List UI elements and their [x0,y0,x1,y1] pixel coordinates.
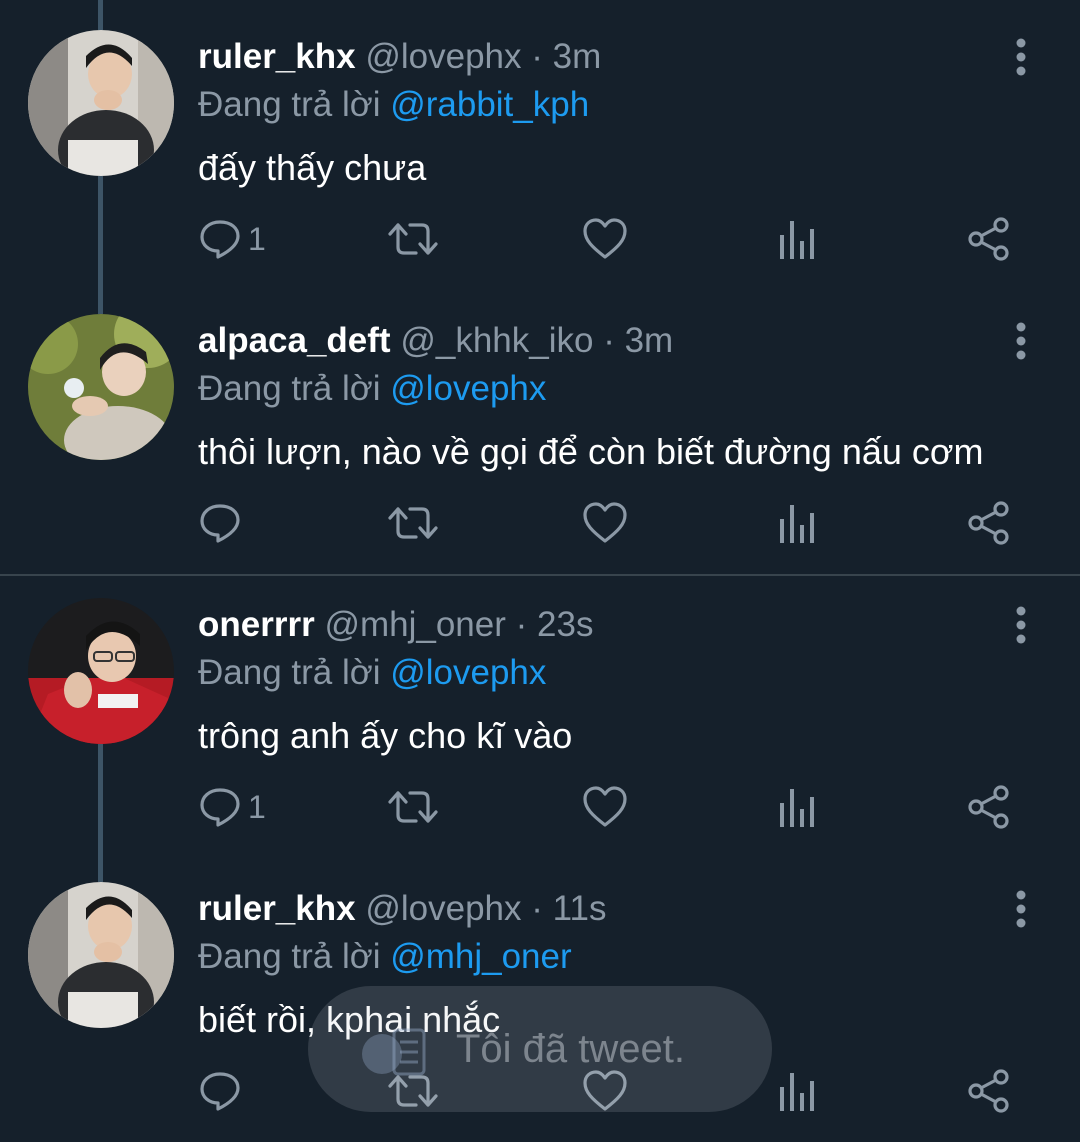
share-icon [968,501,1009,545]
tweet-header: alpaca_deft @_khhk_iko · 3m [198,320,673,362]
tweet[interactable]: ruler_khx @lovephx · 3m Đang trả lời @ra… [0,0,1080,284]
tweet-header: ruler_khx @lovephx · 11s [198,888,606,930]
retweet-button[interactable] [388,772,438,842]
analytics-button[interactable] [778,772,816,842]
share-icon [968,1069,1009,1113]
reply-context: Đang trả lời @mhj_oner [198,936,572,978]
username[interactable]: @mhj_oner [324,605,505,644]
timestamp[interactable]: 11s [553,889,607,928]
reply-count: 1 [248,220,266,257]
timestamp[interactable]: 3m [625,321,674,360]
tweet-actions: 1 [0,772,1080,842]
toast-notification: Tôi đã tweet. [308,986,772,1112]
retweet-icon [388,223,438,255]
more-options-button[interactable] [1004,888,1038,932]
reply-icon [200,504,240,543]
analytics-button[interactable] [778,204,816,274]
share-button[interactable] [966,204,1012,274]
like-icon [583,786,627,827]
avatar[interactable] [28,314,174,460]
tweet[interactable]: alpaca_deft @_khhk_iko · 3m Đang trả lời… [0,284,1080,568]
reply-button[interactable]: 1 [198,204,266,274]
share-button[interactable] [966,1056,1012,1126]
reply-mention[interactable]: @lovephx [390,653,546,692]
separator: · [515,605,528,644]
reply-context: Đang trả lời @lovephx [198,652,546,694]
more-icon [1016,38,1026,76]
share-button[interactable] [966,772,1012,842]
tweet-actions [0,488,1080,558]
display-name[interactable]: alpaca_deft [198,321,391,360]
share-icon [968,785,1009,829]
clipboard-icon [362,1028,426,1076]
reply-prefix: Đang trả lời [198,653,381,692]
analytics-icon [780,505,814,543]
share-icon [968,217,1009,261]
separator: · [531,37,543,76]
username[interactable]: @lovephx [365,37,521,76]
tweet-text: trông anh ấy cho kĩ vào [198,715,573,756]
analytics-icon [780,1073,814,1111]
more-options-button[interactable] [1004,36,1038,80]
more-icon [1016,322,1026,360]
reply-button[interactable] [198,488,248,558]
tweet-text: đấy thấy chưa [198,147,427,188]
display-name[interactable]: ruler_khx [198,889,356,928]
avatar-image [28,882,174,1028]
like-button[interactable] [582,204,628,274]
username[interactable]: @lovephx [365,889,521,928]
more-options-button[interactable] [1004,320,1038,364]
reply-button[interactable] [198,1056,248,1126]
retweet-icon [388,507,438,539]
tweet-header: ruler_khx @lovephx · 3m [198,36,601,78]
separator: · [603,321,615,360]
analytics-button[interactable] [778,1056,816,1126]
more-icon [1016,890,1026,928]
retweet-button[interactable] [388,204,438,274]
reply-icon [200,220,240,259]
avatar[interactable] [28,30,174,176]
timestamp[interactable]: 23s [537,605,593,644]
display-name[interactable]: ruler_khx [198,37,356,76]
tweet-header: onerrrr @mhj_oner · 23s [198,604,593,646]
more-options-button[interactable] [1004,604,1038,648]
reply-prefix: Đang trả lời [198,369,381,408]
reply-prefix: Đang trả lời [198,85,381,124]
separator: · [531,889,543,928]
retweet-icon [388,791,438,823]
reply-prefix: Đang trả lời [198,937,381,976]
avatar-image [28,598,174,744]
more-icon [1016,606,1026,644]
like-icon [583,218,627,259]
reply-button[interactable]: 1 [198,772,266,842]
reply-mention[interactable]: @lovephx [390,369,546,408]
retweet-button[interactable] [388,488,438,558]
avatar[interactable] [28,882,174,1028]
reply-count: 1 [248,788,266,825]
username[interactable]: @_khhk_iko [400,321,593,360]
like-icon [583,502,627,543]
tweet[interactable]: onerrrr @mhj_oner · 23s Đang trả lời @lo… [0,568,1080,852]
reply-mention[interactable]: @rabbit_kph [390,85,589,124]
tweet-actions: 1 [0,204,1080,274]
reply-icon [200,788,240,827]
tweet-text: thôi lượn, nào về gọi để còn biết đường … [198,431,984,472]
share-button[interactable] [966,488,1012,558]
avatar[interactable] [28,598,174,744]
like-button[interactable] [582,488,628,558]
analytics-button[interactable] [778,488,816,558]
like-button[interactable] [582,772,628,842]
reply-mention[interactable]: @mhj_oner [390,937,571,976]
reply-icon [200,1072,240,1111]
avatar-image [28,30,174,176]
display-name[interactable]: onerrrr [198,605,315,644]
reply-context: Đang trả lời @lovephx [198,368,546,410]
analytics-icon [780,789,814,827]
avatar-image [28,314,174,460]
reply-context: Đang trả lời @rabbit_kph [198,84,589,126]
toast-message: Tôi đã tweet. [456,1027,686,1071]
timestamp[interactable]: 3m [553,37,602,76]
analytics-icon [780,221,814,259]
